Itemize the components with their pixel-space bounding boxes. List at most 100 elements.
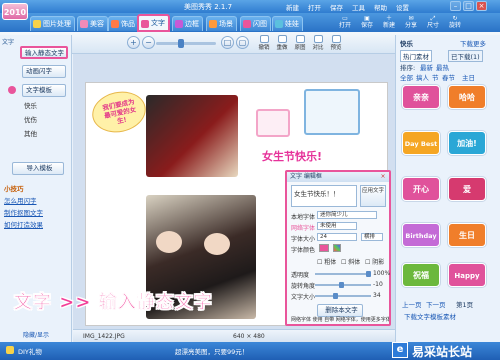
tab-image-processing[interactable]: 图片处理 [30, 16, 75, 31]
category-happy[interactable]: 快乐 [24, 100, 37, 110]
toolbar-share[interactable]: ✉ 分享 [402, 15, 420, 31]
menu-new[interactable]: 新建 [286, 2, 299, 12]
orientation-select[interactable]: 横排 [361, 233, 383, 241]
shadow-checkbox[interactable]: ☐ 阴影 [365, 257, 384, 266]
menu-help[interactable]: 帮助 [374, 2, 387, 12]
rotate-slider[interactable] [315, 282, 371, 288]
toolbar-label: 分享 [404, 22, 417, 29]
caption-overlay: 文字 >> 输入静态文字 [14, 292, 213, 313]
tab-label: 美容 [90, 20, 104, 28]
actual-size-icon[interactable]: ▢ [236, 36, 249, 49]
opacity-slider[interactable] [315, 271, 371, 277]
undo-button[interactable]: 撤销 [256, 35, 272, 52]
template-heart-icon [8, 86, 16, 94]
zoom-slider-knob[interactable] [178, 39, 184, 48]
sort-hottest[interactable]: 最热 [436, 62, 449, 72]
prev-page-link[interactable]: 上一页 [402, 299, 422, 309]
sticker-item[interactable]: Birthday [402, 223, 440, 247]
text-input[interactable]: 女生节快乐！！ [291, 185, 357, 207]
close-icon[interactable]: × [379, 173, 387, 180]
toggle-panel-link[interactable]: 隐藏/显示 [3, 330, 69, 340]
tab-scene[interactable]: 场景 [206, 16, 237, 31]
zoom-out-icon[interactable]: − [142, 36, 155, 49]
next-page-link[interactable]: 下一页 [426, 299, 446, 309]
tip-link[interactable]: 如何打造效果 [4, 219, 68, 229]
tab-doll[interactable]: 娃娃 [272, 16, 303, 31]
download-more-link[interactable]: 下载更多 [460, 38, 486, 48]
tip-link[interactable]: 制作抠图文字 [4, 207, 68, 217]
font-size-select[interactable]: 24 [317, 233, 357, 241]
tab-flash[interactable]: 闪图 [240, 16, 271, 31]
menu-tools[interactable]: 工具 [352, 2, 365, 12]
tab-beauty[interactable]: 美容 [77, 16, 108, 31]
sticker-item[interactable]: 生日 [448, 223, 486, 247]
sticker-item[interactable]: 祝福 [402, 263, 440, 287]
redo-button[interactable]: 重做 [274, 35, 290, 52]
filter-main[interactable]: 主日 [462, 72, 475, 82]
tab-frame[interactable]: 边框 [172, 16, 203, 31]
apply-text-button[interactable]: 应用文字 [360, 185, 386, 207]
maximize-icon[interactable]: □ [463, 1, 474, 11]
local-font-select[interactable]: 迷你简少儿 [317, 211, 377, 219]
tab-text[interactable]: 文字 [137, 14, 170, 32]
slider-knob[interactable] [366, 271, 371, 277]
toolbar-open[interactable]: ▭ 打开 [336, 15, 354, 31]
left-panel-tab[interactable]: 文字 [2, 37, 16, 51]
toolbar-save[interactable]: ▣ 保存 [358, 15, 376, 31]
toolbar-rotate[interactable]: ↻ 旋转 [446, 15, 464, 31]
toolbar-label: 保存 [360, 22, 373, 29]
filter-festival[interactable]: 节 [432, 72, 439, 82]
original-button[interactable]: 原图 [292, 35, 308, 52]
filter-spring[interactable]: 春节 [442, 72, 455, 82]
input-static-text-button[interactable]: 输入静态文字 [20, 46, 68, 59]
animated-text-button[interactable]: 动画闪字 [22, 65, 66, 78]
bold-checkbox[interactable]: ☐ 粗体 [317, 257, 336, 266]
tab-label: 饰品 [121, 20, 135, 28]
zoom-in-icon[interactable]: + [127, 36, 140, 49]
slider-knob[interactable] [339, 282, 344, 288]
hot-material-tab[interactable]: 热门素材 [400, 50, 432, 62]
import-template-button[interactable]: 导入模板 [12, 162, 64, 175]
sticker-item[interactable]: Happy [448, 263, 486, 287]
downloaded-tab[interactable]: 已下载(1) [448, 50, 483, 62]
minimize-icon[interactable]: – [450, 1, 461, 11]
filter-funny[interactable]: 搞人 [416, 72, 429, 82]
diy-gift-link[interactable]: DIY礼物 [18, 346, 42, 356]
text-template-button[interactable]: 文字模板 [22, 84, 66, 97]
preview-button[interactable]: 预览 [328, 35, 344, 52]
sticker-item[interactable]: 加油! [448, 131, 486, 155]
net-font-select[interactable]: 未使用 [317, 222, 357, 230]
menu-settings[interactable]: 设置 [396, 2, 409, 12]
close-icon[interactable]: × [476, 1, 487, 11]
sticker-item[interactable]: 开心 [402, 177, 440, 201]
slider-knob[interactable] [333, 293, 338, 299]
sticker-item[interactable]: 爱 [448, 177, 486, 201]
category-other[interactable]: 其他 [24, 128, 37, 138]
sticker-item[interactable]: 哈哈 [448, 85, 486, 109]
compare-button[interactable]: 对比 [310, 35, 326, 52]
promo-link[interactable]: 超漂亮美图，只要99元！ [175, 346, 248, 356]
menu-open[interactable]: 打开 [308, 2, 321, 12]
zoom-slider[interactable] [156, 39, 216, 48]
tab-accessories[interactable]: 饰品 [108, 16, 139, 31]
text-size-slider[interactable] [315, 293, 371, 299]
fit-icon[interactable]: □ [221, 36, 234, 49]
download-template-link[interactable]: 下载文字模板素材 [404, 311, 456, 321]
toolbar-size[interactable]: ⤢ 尺寸 [424, 15, 442, 31]
palette-icon[interactable] [333, 244, 341, 252]
tip-link[interactable]: 怎么用闪字 [4, 195, 68, 205]
menu-save[interactable]: 保存 [330, 2, 343, 12]
toolbar-new[interactable]: ＋新建 [380, 15, 398, 31]
category-sad[interactable]: 优伤 [24, 114, 37, 124]
sticker-item[interactable]: 亲亲 [402, 85, 440, 109]
sort-newest[interactable]: 最新 [420, 62, 433, 72]
italic-checkbox[interactable]: ☐ 斜体 [341, 257, 360, 266]
filter-all[interactable]: 全部 [400, 72, 413, 82]
color-swatch[interactable] [319, 244, 329, 252]
text-size-label: 文字大小 [291, 294, 316, 301]
sticker-item[interactable]: Day Best [402, 131, 440, 155]
panel-tab-happy[interactable]: 快乐 [400, 38, 413, 48]
tool-label: 撤销 [258, 45, 270, 51]
flash-icon [243, 20, 251, 28]
holiday-text[interactable]: 女生节快乐! [262, 148, 322, 164]
